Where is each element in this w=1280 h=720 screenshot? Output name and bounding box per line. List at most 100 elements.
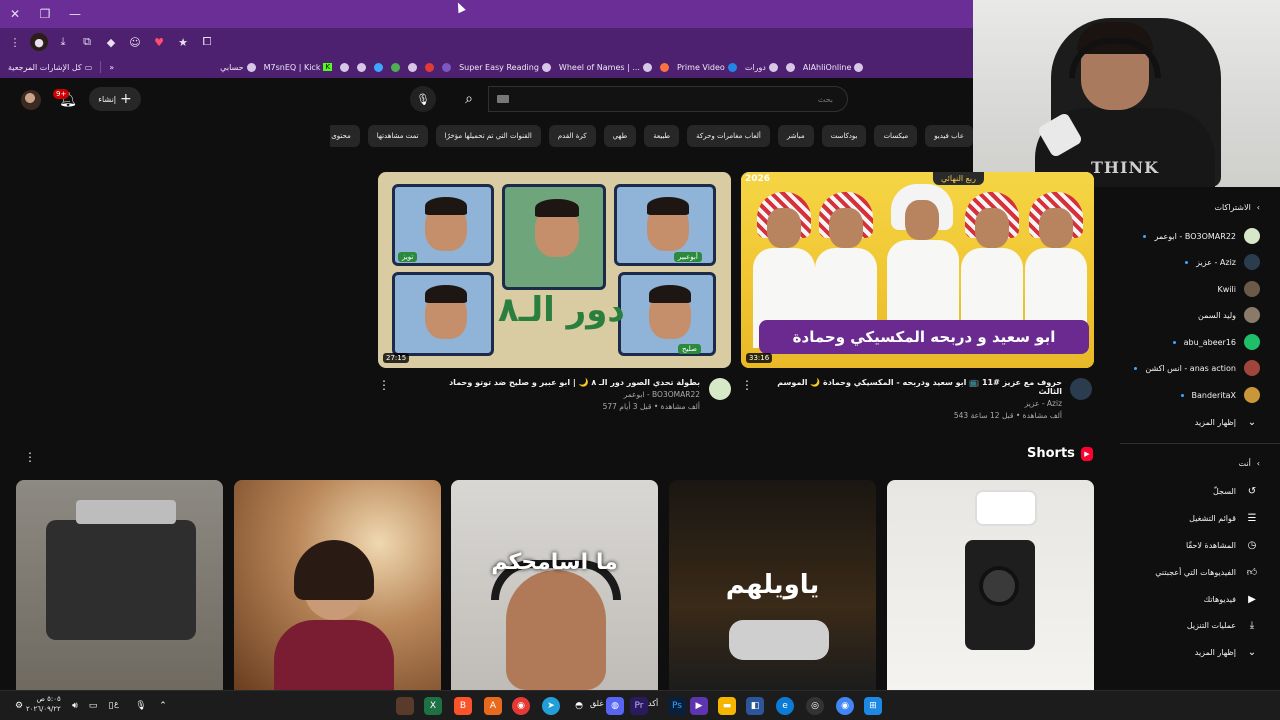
taskbar-label[interactable]: أكد — [648, 699, 658, 708]
bookmark-star-icon[interactable]: ★ — [174, 33, 192, 51]
subscriptions-heading[interactable]: الاشتراكات ‹ — [1214, 203, 1260, 212]
chip[interactable]: ميكسات — [874, 125, 918, 147]
you-item-your-videos[interactable]: فيديوهاتك ▶ — [1116, 587, 1260, 611]
you-item-watch-later[interactable]: المشاهدة لاحقًا ◷ — [1116, 533, 1260, 557]
discord-icon[interactable]: ◍ — [606, 697, 624, 715]
you-heading[interactable]: أنت ‹ — [1238, 459, 1260, 468]
volume-icon[interactable]: 🔊︎ — [66, 697, 84, 715]
chip[interactable]: محتوى جديد لك — [330, 125, 360, 147]
bookmark-all[interactable]: كل الإشارات المرجعية ▭ — [8, 63, 92, 72]
app-icon[interactable]: ◓ — [570, 697, 588, 715]
bookmark-favicon-icon[interactable] — [357, 62, 367, 72]
channel-name[interactable]: ابوعمر - BO3OMAR22 — [400, 390, 700, 399]
search-icon[interactable]: ⌕ — [450, 86, 488, 112]
windows-start-icon[interactable]: ⊞ — [864, 697, 882, 715]
more-options-icon[interactable]: ⋮ — [741, 378, 753, 392]
chrome-icon[interactable]: ◉ — [836, 697, 854, 715]
bookmark-account[interactable]: حسابي — [220, 62, 256, 72]
app-icon[interactable] — [396, 697, 414, 715]
show-more-subscriptions[interactable]: إظهار المزيد ⌄ — [1116, 410, 1260, 434]
you-item-downloads[interactable]: عمليات التنزيل ⤓ — [1116, 613, 1260, 637]
file-explorer-icon[interactable]: ▬ — [718, 697, 736, 715]
short-thumbnail[interactable] — [887, 480, 1094, 690]
bookmark-kick[interactable]: M7snEQ | Kick K — [264, 63, 333, 72]
minimize-window-icon[interactable]: — — [60, 0, 90, 28]
network-icon[interactable]: ▭ — [84, 697, 102, 715]
bookmark-favicon-icon[interactable] — [340, 62, 350, 72]
channel-avatar[interactable] — [709, 378, 731, 400]
app-icon[interactable]: ◧ — [746, 697, 764, 715]
edge-icon[interactable]: e — [776, 697, 794, 715]
create-button[interactable]: إنشاء + — [89, 87, 141, 111]
brave-icon[interactable]: B — [454, 697, 472, 715]
subscription-item[interactable]: BanderitaX — [1116, 383, 1260, 407]
short-thumbnail[interactable] — [234, 480, 441, 690]
app-icon[interactable]: A — [484, 697, 502, 715]
microphone-icon[interactable]: 🎙︎ — [132, 697, 150, 715]
language-indicator[interactable]: ع — [114, 699, 119, 708]
channel-avatar[interactable] — [1070, 378, 1092, 400]
bookmark-courses[interactable]: دورات — [745, 62, 778, 72]
bookmark-alahli[interactable]: AlAhliOnline — [803, 62, 864, 72]
bookmark-favicon-icon[interactable] — [659, 62, 669, 72]
photoshop-icon[interactable]: Ps — [668, 697, 686, 715]
subscription-item[interactable]: وليد السمن — [1116, 303, 1260, 327]
chip[interactable]: عاب فيديو — [925, 125, 973, 147]
you-item-playlists[interactable]: قوائم التشغيل ☰ — [1116, 506, 1260, 530]
subscription-item[interactable]: ابوعمر - BO3OMAR22 — [1116, 224, 1260, 248]
bookmark-wheel[interactable]: Wheel of Names | ... — [559, 62, 652, 72]
account-avatar[interactable] — [21, 90, 41, 110]
subscription-item[interactable]: عزيز - Aziz — [1116, 250, 1260, 274]
short-thumbnail[interactable]: ما اسامحكم — [451, 480, 658, 690]
bookmark-favicon-icon[interactable] — [374, 62, 384, 72]
video-thumbnail[interactable]: دور الـ٨ تويز أبوعبير صليح 27:15 — [378, 172, 731, 368]
share-tab-icon[interactable]: ⧠ — [198, 33, 216, 51]
close-window-icon[interactable]: ✕ — [0, 0, 30, 28]
telegram-icon[interactable]: ➤ — [542, 697, 560, 715]
chevron-up-icon[interactable]: ⌃ — [154, 697, 172, 715]
more-options-icon[interactable]: ⋮ — [378, 378, 390, 392]
keyboard-icon[interactable] — [497, 95, 509, 103]
chip[interactable]: بودكاست — [821, 125, 867, 147]
extension-heart-icon[interactable]: ♥ — [150, 33, 168, 51]
app-icon[interactable]: ▶ — [690, 697, 708, 715]
chip[interactable]: ألعاب مغامرات وحركة — [687, 125, 770, 147]
chip[interactable]: طهي — [603, 125, 637, 147]
you-item-liked[interactable]: الفيديوهات التي أعجبتني 👍︎ — [1116, 560, 1260, 584]
taskbar-clock[interactable]: ٥:٠٥ ص ٢٠٢٦/٠٩/٢٢ — [26, 694, 61, 714]
search-input[interactable] — [488, 86, 848, 112]
voice-search-mic-icon[interactable]: 🎙︎ — [410, 86, 436, 112]
bookmark-favicon-icon[interactable] — [425, 62, 435, 72]
app-icon[interactable]: ◎ — [806, 697, 824, 715]
video-thumbnail[interactable]: ابو سعيد و دربحه المكسيكي وحمادة ربع الن… — [741, 172, 1094, 368]
bookmark-favicon-icon[interactable] — [408, 62, 418, 72]
subscription-item[interactable]: abu_abeer16 — [1116, 330, 1260, 354]
subscription-item[interactable]: Kwili — [1116, 277, 1260, 301]
chip[interactable]: مباشر — [777, 125, 814, 147]
extensions-icon[interactable]: ⧉ — [78, 33, 96, 51]
channel-name[interactable]: عزيز - Aziz — [760, 399, 1062, 408]
subscription-item[interactable]: انس اكشن - anas action — [1116, 356, 1260, 380]
shorts-more-options-icon[interactable]: ⋮ — [24, 450, 36, 464]
app-icon[interactable]: ◉ — [512, 697, 530, 715]
short-thumbnail[interactable] — [16, 480, 223, 690]
chip[interactable]: طبيعة — [644, 125, 680, 147]
download-icon[interactable]: ⤓ — [54, 33, 72, 51]
bookmark-favicon-icon[interactable] — [785, 62, 795, 72]
short-thumbnail[interactable]: ياويلهم — [669, 480, 876, 690]
bookmark-prime[interactable]: Prime Video — [677, 62, 737, 72]
premiere-icon[interactable]: Pr — [630, 697, 648, 715]
restore-window-icon[interactable]: ❐ — [30, 0, 60, 28]
excel-icon[interactable]: X — [424, 697, 442, 715]
bookmark-overflow-icon[interactable]: » — [109, 63, 114, 72]
bookmark-favicon-icon[interactable] — [391, 62, 401, 72]
extension-face-icon[interactable]: ☺ — [126, 33, 144, 51]
video-title[interactable]: حروف مع عزيز #11 📺 ابو سعيد ودربحه - الم… — [760, 378, 1062, 396]
video-title[interactable]: بطولة تحدي الصور دور الـ ٨ 🌙 | ابو عبير … — [400, 378, 700, 387]
show-more-you[interactable]: إظهار المزيد ⌄ — [1116, 640, 1260, 664]
menu-dots-icon[interactable]: ⋮ — [6, 33, 24, 51]
profile-icon[interactable]: ● — [30, 33, 48, 51]
extension-shield-icon[interactable]: ◆ — [102, 33, 120, 51]
you-item-history[interactable]: السجلّ ↺ — [1116, 479, 1260, 503]
taskbar-label[interactable]: غلق — [590, 699, 604, 708]
